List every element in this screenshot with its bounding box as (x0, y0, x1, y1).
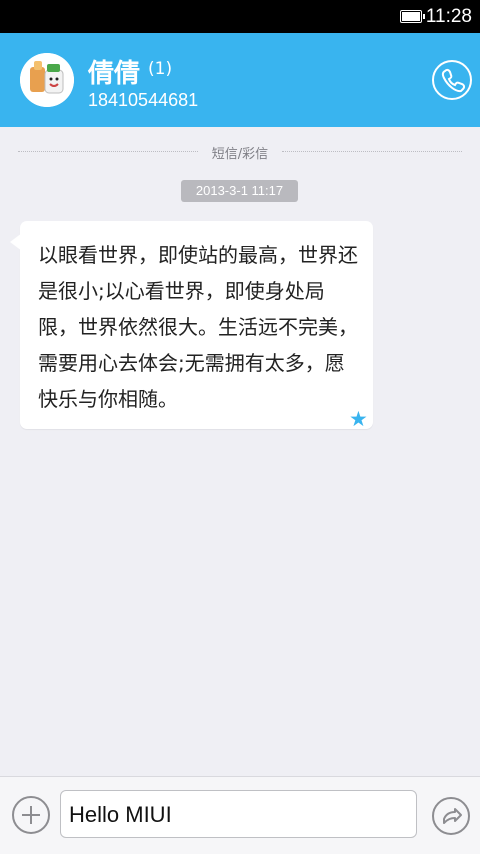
send-button[interactable] (432, 797, 470, 835)
contact-phone-number: 18410544681 (88, 90, 199, 110)
composer-bar: Hello MIUI (0, 776, 480, 854)
message-type-divider: 短信/彩信 (18, 143, 462, 162)
send-icon (443, 808, 462, 824)
battery-icon (400, 10, 425, 23)
message-timestamp: 2013-3-1 11:17 (181, 180, 298, 202)
message-text: 以眼看世界，即使站的最高，世界还是很小;以心看世界，即使身处局限，世界依然很大。… (38, 243, 358, 411)
contact-avatar[interactable] (20, 53, 74, 107)
conversation-header: 倩倩 (1) 18410544681 (0, 33, 480, 127)
message-input[interactable]: Hello MIUI (60, 790, 417, 838)
contact-name: 倩倩 (88, 59, 141, 89)
status-time: 11:28 (425, 6, 472, 27)
avatar-illustration (20, 53, 74, 107)
star-icon[interactable]: ★ (349, 407, 371, 431)
unread-count: (1) (148, 59, 173, 79)
divider-line-right (282, 151, 462, 152)
phone-icon (441, 68, 466, 93)
incoming-message-bubble[interactable]: 以眼看世界，即使站的最高，世界还是很小;以心看世界，即使身处局限，世界依然很大。… (10, 221, 373, 431)
call-button[interactable] (432, 60, 472, 100)
message-type-label: 短信/彩信 (211, 147, 269, 162)
status-bar: 11:28 (0, 0, 480, 33)
plus-icon[interactable] (12, 796, 50, 834)
